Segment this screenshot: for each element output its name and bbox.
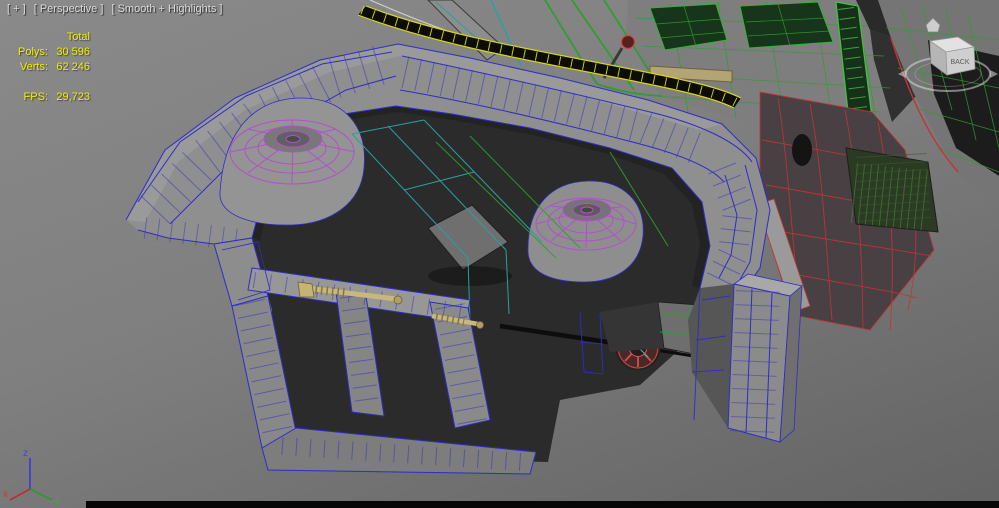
viewport-canvas[interactable]: BACK z x y [0,0,999,508]
3d-viewport[interactable]: BACK z x y [ + ] [ Perspective ] [ Smoot… [0,0,999,508]
world-axis-gizmo: z x y [3,448,60,508]
y-axis-line [29,488,53,501]
stats-polys-row: Polys: 30 596 [10,45,90,60]
viewport-label: [ + ] [ Perspective ] [ Smooth + Highlig… [7,3,227,15]
viewport-bottom-edge [86,501,999,508]
viewcube-back-label[interactable]: BACK [950,59,969,66]
viewport-menu-pov[interactable]: [ Perspective ] [34,3,104,15]
stats-fps-label: FPS: [23,91,48,103]
stats-polys-value: 30 596 [56,46,90,58]
stats-fps-row: FPS: 29,723 [10,90,90,105]
x-axis-line [9,488,31,501]
stats-verts-label: Verts: [19,61,48,73]
car-front-clip[interactable] [125,42,803,475]
viewport-menu-shading[interactable]: [ Smooth + Highlights ] [111,3,222,15]
stats-verts-value: 62 246 [56,61,90,73]
statistics-overlay: Total Polys: 30 596 Verts: 62 246 FPS: 2… [10,30,90,105]
x-axis-label: x [3,489,8,500]
z-axis-label: z [23,448,28,459]
stats-polys-label: Polys: [18,46,48,58]
stats-total-row: Total [10,30,90,45]
sill-pillar [727,273,803,443]
stats-total-header: Total [66,31,90,43]
y-axis-label: y [55,497,60,508]
viewport-menu-general[interactable]: [ + ] [7,3,26,15]
stats-fps-value: 29,723 [56,91,90,103]
perforated-floor [845,147,939,233]
steering-joint [620,34,636,50]
stats-verts-row: Verts: 62 246 [10,60,90,75]
